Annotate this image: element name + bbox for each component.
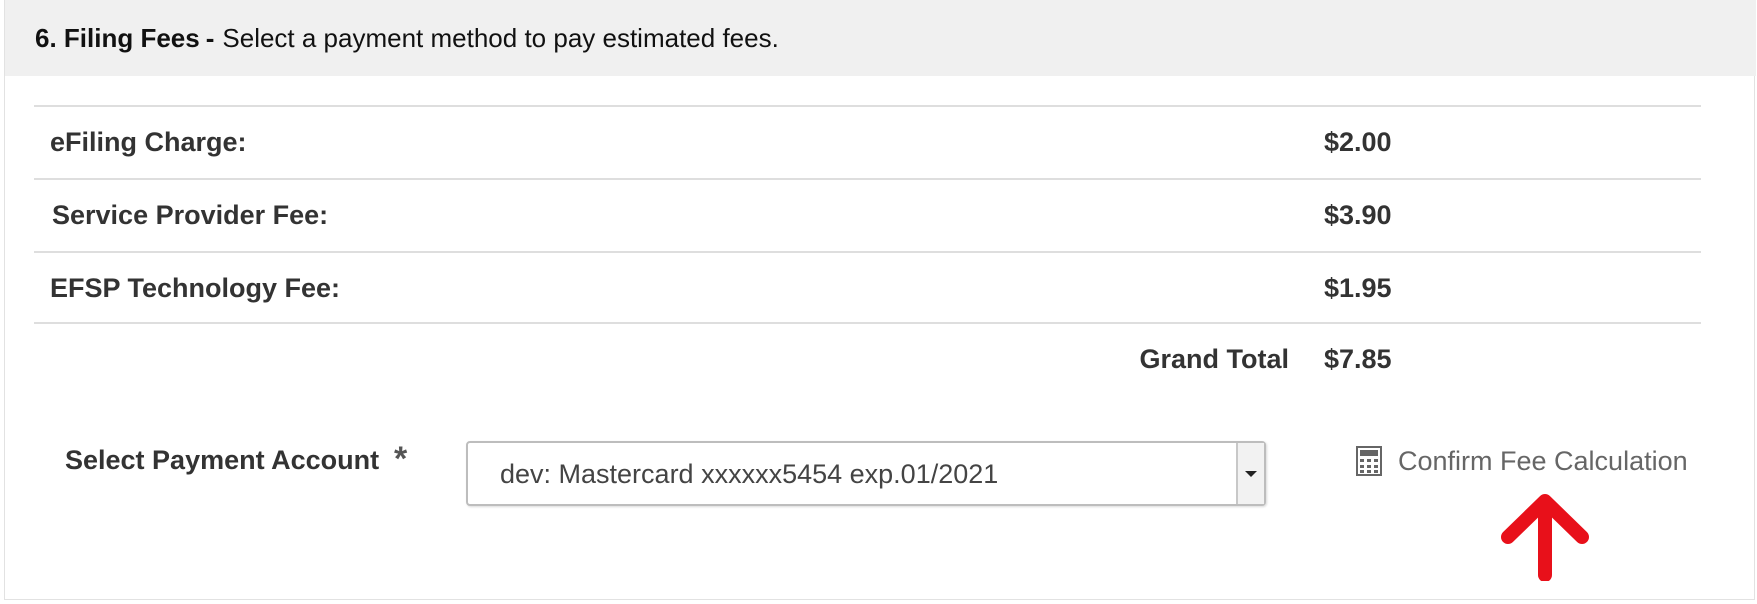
fee-label: EFSP Technology Fee: (50, 273, 341, 303)
fee-row: EFSP Technology Fee: $1.95 (34, 251, 1701, 324)
calculator-icon (1356, 446, 1382, 476)
grand-total-label: Grand Total (1139, 344, 1289, 374)
confirm-fee-calculation-label: Confirm Fee Calculation (1398, 445, 1688, 476)
required-indicator: * (394, 440, 408, 478)
fee-label: Service Provider Fee: (52, 200, 329, 230)
title-separator: - (205, 22, 215, 53)
fee-row: Service Provider Fee: $3.90 (34, 178, 1701, 251)
grand-total-row: Grand Total $7.85 (34, 324, 1701, 397)
fee-amount: $2.00 (1324, 127, 1392, 157)
fee-label: eFiling Charge: (50, 127, 247, 157)
payment-account-select[interactable]: dev: Mastercard xxxxxx5454 exp.01/2021 (466, 441, 1266, 506)
section-description: Select a payment method to pay estimated… (222, 22, 779, 53)
fee-row: eFiling Charge: $2.00 (34, 105, 1701, 178)
grand-total-amount: $7.85 (1324, 344, 1392, 374)
dropdown-toggle[interactable] (1236, 443, 1264, 504)
section-title: 6. Filing Fees (35, 22, 200, 53)
confirm-fee-calculation-link[interactable]: Confirm Fee Calculation (1356, 443, 1688, 479)
arrow-up-icon (1501, 494, 1589, 581)
payment-account-value: dev: Mastercard xxxxxx5454 exp.01/2021 (500, 459, 999, 489)
chevron-down-icon (1245, 470, 1257, 477)
panel-header: 6. Filing Fees - Select a payment method… (5, 0, 1756, 76)
fee-amount: $3.90 (1324, 200, 1392, 230)
payment-account-label: Select Payment Account (65, 445, 380, 475)
fee-amount: $1.95 (1324, 273, 1392, 303)
fee-table: eFiling Charge: $2.00 Service Provider F… (34, 105, 1701, 397)
